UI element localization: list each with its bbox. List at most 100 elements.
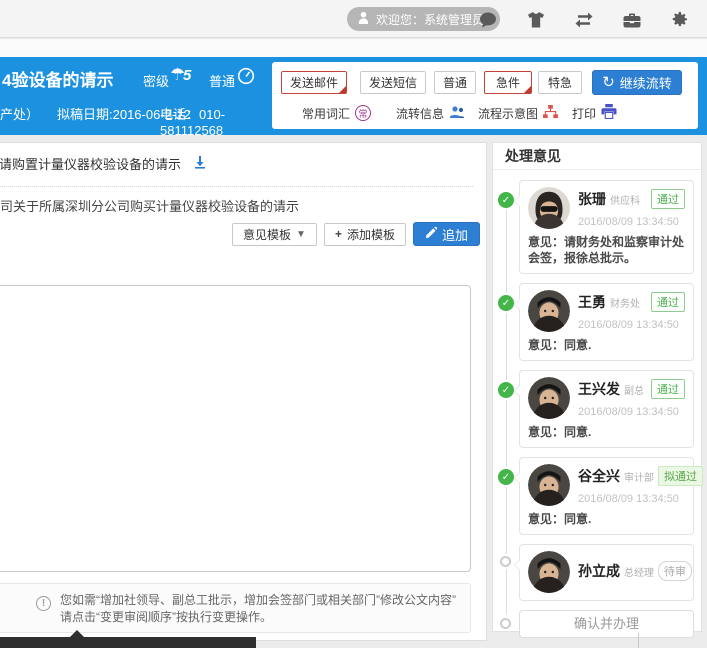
priority-normal-button[interactable]: 普通 — [434, 71, 476, 94]
chevron-down-icon: ▼ — [296, 229, 306, 240]
approval-time: 2016/08/09 13:34:50 — [578, 216, 685, 228]
opinion-card: 王兴发 副总 通过 2016/08/09 13:34:50 意见：同意. — [519, 370, 694, 448]
plus-icon: + — [335, 227, 342, 241]
approver-name: 孙立成 — [578, 561, 620, 581]
header-gap — [0, 39, 707, 57]
opinions-panel: 处理意见 ✓ 张珊 供应科 通过 2016/08/09 13:34:50 — [492, 142, 702, 632]
phone-number: 电话：010-581112568 — [160, 104, 270, 138]
avatar — [528, 464, 570, 506]
opinion-item: ✓ 王勇 财务处 通过 2016/08/09 13:34:50 — [493, 283, 694, 361]
add-template-button[interactable]: + 添加模板 — [324, 223, 406, 246]
tooltip-cutoff-bar — [0, 637, 256, 648]
sitemap-icon — [543, 105, 558, 122]
print-link[interactable]: 打印 — [572, 103, 617, 123]
footer-divider — [638, 633, 639, 648]
flow-diagram-link[interactable]: 流程示意图 — [478, 103, 558, 123]
approval-comment: 意见：请财务处和监察审计处会签，报徐总批示。 — [528, 234, 685, 266]
document-title: 4验设备的请示 — [2, 66, 113, 91]
pending-dot-icon — [500, 618, 511, 629]
approver-name: 王勇 — [578, 292, 606, 312]
document-content-panel: 申请购置计量仪器校验设备的请示 公司关于所属深圳分公司购买计量仪器校验设备的请示… — [0, 142, 487, 641]
opinion-card: 谷全兴 审计部 拟通过 2016/08/09 13:34:50 意见：同意. — [519, 457, 694, 535]
dotted-divider — [0, 186, 473, 187]
opinion-card: 王勇 财务处 通过 2016/08/09 13:34:50 意见：同意. — [519, 283, 694, 361]
top-bar-icons — [478, 10, 707, 29]
briefcase-icon[interactable] — [622, 10, 641, 29]
phrase-circle-icon: 常 — [355, 105, 371, 121]
dept-fragment: 产处） — [0, 104, 39, 123]
pen-icon — [425, 227, 437, 242]
status-badge: 拟通过 — [658, 466, 703, 486]
approved-check-icon: ✓ — [498, 382, 514, 398]
avatar — [528, 551, 570, 593]
approver-dept: 总经理 — [624, 564, 654, 579]
opinion-textarea[interactable] — [0, 285, 471, 572]
approval-timeline: ✓ 张珊 供应科 通过 2016/08/09 13:34:50 — [493, 170, 701, 638]
avatar — [528, 187, 570, 229]
avatar — [528, 377, 570, 419]
approval-time: 2016/08/09 13:34:50 — [578, 319, 685, 331]
avatar — [528, 290, 570, 332]
approval-time: 2016/08/09 13:34:50 — [578, 493, 685, 505]
approval-comment: 意见：同意. — [528, 424, 685, 440]
priority-extra-urgent-button[interactable]: 特急 — [538, 71, 582, 94]
notice-line-2: 请点击“变更审阅顺序”按执行变更操作。 — [60, 609, 456, 626]
approval-comment: 意见：同意. — [528, 337, 685, 353]
approver-dept: 供应科 — [610, 192, 640, 207]
approver-name: 谷全兴 — [578, 466, 620, 486]
download-icon[interactable] — [193, 155, 207, 172]
approver-dept: 审计部 — [624, 469, 654, 484]
security-level: 5 — [183, 67, 191, 84]
approver-name: 张珊 — [578, 189, 606, 209]
approval-time: 2016/08/09 13:34:50 — [578, 406, 685, 418]
approver-dept: 财务处 — [610, 295, 640, 310]
refresh-icon: ↻ — [602, 75, 615, 90]
status-badge: 待审 — [658, 561, 692, 581]
attachment-title: 申请购置计量仪器校验设备的请示 — [0, 154, 181, 173]
approved-check-icon: ✓ — [498, 295, 514, 311]
approval-comment: 意见：同意. — [528, 511, 685, 527]
settings-gear-icon[interactable] — [670, 10, 689, 29]
opinions-title: 处理意见 — [493, 143, 701, 170]
pending-dot-icon — [500, 556, 511, 567]
status-badge: 通过 — [651, 292, 685, 312]
priority-urgent-button[interactable]: 急件 — [484, 71, 532, 94]
priority-label: 普通 — [209, 71, 235, 90]
notice-box: ! 您如需“增加社领导、副总工批示，增加会签部门或相关部门”修改公文内容” 请点… — [0, 583, 471, 633]
confirm-and-process-button[interactable]: 确认并办理 — [519, 610, 694, 638]
theme-icon[interactable] — [526, 10, 545, 29]
send-mail-button[interactable]: 发送邮件 — [281, 71, 347, 94]
opinion-card: 孙立成 总经理 待审 — [519, 544, 694, 601]
tooltip-caret — [70, 630, 84, 637]
approver-name: 王兴发 — [578, 379, 620, 399]
document-subject: 公司关于所属深圳分公司购买计量仪器校验设备的请示 — [0, 196, 299, 215]
approved-check-icon: ✓ — [498, 192, 514, 208]
notice-line-1: 您如需“增加社领导、副总工批示，增加会签部门或相关部门”修改公文内容” — [60, 592, 456, 609]
opinion-item: ✓ 张珊 供应科 通过 2016/08/09 13:34:50 — [493, 180, 694, 274]
top-bar: 欢迎您：系统管理员 — [0, 0, 707, 38]
transfer-icon[interactable] — [574, 10, 593, 29]
opinion-item: ✓ 谷全兴 审计部 拟通过 2016/08/09 13:34:50 — [493, 457, 694, 535]
confirm-item: 确认并办理 — [493, 610, 694, 638]
user-greeting: 欢迎您：系统管理员 — [376, 11, 484, 28]
approved-check-icon: ✓ — [498, 469, 514, 485]
common-phrases-link[interactable]: 常用词汇 常 — [302, 103, 371, 123]
people-icon — [449, 105, 465, 122]
document-header: 4验设备的请示 密级 ☂ 5 普通 产处） 拟稿日期:2016-06-2-12 … — [0, 57, 707, 135]
send-sms-button[interactable]: 发送短信 — [360, 71, 426, 94]
opinion-toolbar: 意见模板 ▼ + 添加模板 追加 — [232, 222, 480, 246]
attachment-row: 申请购置计量仪器校验设备的请示 — [0, 154, 207, 173]
clock-icon — [237, 67, 255, 88]
append-button[interactable]: 追加 — [413, 222, 480, 246]
flow-info-link[interactable]: 流转信息 — [396, 103, 465, 123]
status-badge: 通过 — [651, 379, 685, 399]
opinion-item: 孙立成 总经理 待审 — [493, 544, 694, 601]
message-icon[interactable] — [478, 10, 497, 29]
info-icon: ! — [36, 596, 51, 611]
opinion-card: 张珊 供应科 通过 2016/08/09 13:34:50 意见：请财务处和监察… — [519, 180, 694, 274]
opinion-template-dropdown[interactable]: 意见模板 ▼ — [232, 223, 317, 246]
user-icon — [357, 11, 370, 27]
status-badge: 通过 — [651, 189, 685, 209]
opinion-item: ✓ 王兴发 副总 通过 2016/08/09 13:34:50 — [493, 370, 694, 448]
continue-flow-button[interactable]: ↻ 继续流转 — [592, 70, 682, 95]
